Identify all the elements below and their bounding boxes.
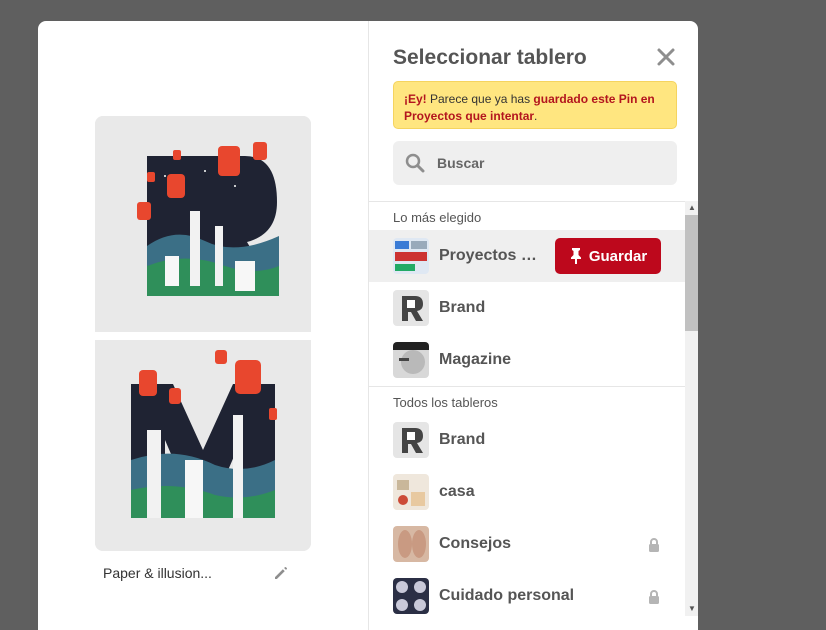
search-input[interactable] bbox=[437, 141, 667, 185]
board-search bbox=[393, 141, 677, 185]
close-icon[interactable] bbox=[656, 47, 676, 67]
board-name: Consejos bbox=[439, 535, 512, 552]
lock-icon bbox=[649, 538, 659, 552]
board-row-magazine[interactable]: Magazine bbox=[369, 334, 685, 386]
pushpin-icon bbox=[570, 248, 581, 264]
board-selector: Seleccionar tablero ¡Ey! Parece que ya h… bbox=[368, 21, 698, 630]
board-row-casa[interactable]: casa bbox=[369, 466, 685, 518]
panel-title: Seleccionar tablero bbox=[393, 46, 587, 69]
board-name: Brand bbox=[439, 299, 486, 316]
pin-image-letter-r bbox=[95, 116, 311, 332]
board-thumbnail bbox=[393, 578, 429, 614]
board-thumbnail bbox=[393, 238, 429, 274]
board-name: Proyectos que intentar bbox=[439, 247, 539, 264]
board-row-cuidado-personal[interactable]: Cuidado personal bbox=[369, 570, 685, 616]
board-row-proyectos[interactable]: Proyectos que intentar Guardar bbox=[369, 230, 685, 282]
board-row-brand-top[interactable]: Brand bbox=[369, 282, 685, 334]
pin-image-letter-m bbox=[95, 340, 311, 551]
pencil-icon[interactable] bbox=[272, 564, 290, 582]
save-button-label: Guardar bbox=[588, 247, 648, 265]
notice-text: Parece que ya has bbox=[426, 92, 534, 106]
board-thumbnail bbox=[393, 474, 429, 510]
save-button[interactable]: Guardar bbox=[555, 238, 661, 274]
board-thumbnail bbox=[393, 342, 429, 378]
board-list-scrollbar[interactable]: ▲ ▼ bbox=[685, 201, 698, 616]
already-saved-notice: ¡Ey! Parece que ya has guardado este Pin… bbox=[393, 81, 677, 129]
board-name: casa bbox=[439, 483, 475, 500]
pin-preview: Paper & illusion... bbox=[38, 21, 368, 630]
pin-caption: Paper & illusion... bbox=[103, 565, 212, 581]
section-label-top: Lo más elegido bbox=[393, 210, 482, 225]
scroll-thumb[interactable] bbox=[685, 215, 698, 331]
board-list[interactable]: Lo más elegido Proyectos que intentar Gu… bbox=[369, 201, 685, 616]
board-name: Magazine bbox=[439, 351, 512, 368]
notice-prefix: ¡Ey! bbox=[404, 92, 427, 106]
board-name: Brand bbox=[439, 431, 486, 448]
section-label-all: Todos los tableros bbox=[369, 386, 685, 414]
board-name: Cuidado personal bbox=[439, 587, 575, 604]
board-thumbnail bbox=[393, 526, 429, 562]
notice-suffix: . bbox=[534, 109, 538, 123]
board-row-consejos[interactable]: Consejos bbox=[369, 518, 685, 570]
board-row-brand[interactable]: Brand bbox=[369, 414, 685, 466]
search-icon bbox=[405, 153, 425, 173]
board-thumbnail bbox=[393, 290, 429, 326]
save-pin-modal: Paper & illusion... Seleccionar tablero … bbox=[38, 21, 698, 630]
scroll-up-arrow-icon[interactable]: ▲ bbox=[685, 201, 698, 215]
board-thumbnail bbox=[393, 422, 429, 458]
lock-icon bbox=[649, 590, 659, 604]
scroll-down-arrow-icon[interactable]: ▼ bbox=[685, 602, 698, 616]
